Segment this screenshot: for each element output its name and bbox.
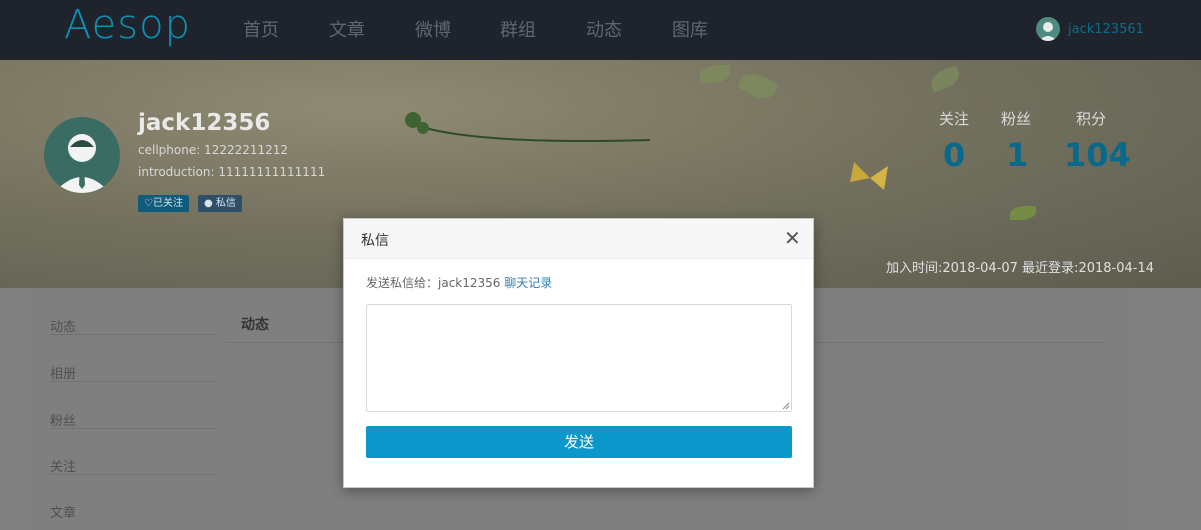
close-icon[interactable]: ✕	[784, 228, 801, 248]
profile-introduction: introduction: 11111111111111	[138, 165, 326, 179]
profile-username: jack12356	[138, 110, 271, 136]
sidebar-item-activity[interactable]: 动态	[50, 288, 216, 335]
private-message-button[interactable]: ● 私信	[198, 195, 242, 212]
send-to-line: 发送私信给：jack12356 聊天记录	[366, 274, 552, 291]
nav-item-activity[interactable]: 动态	[586, 16, 622, 42]
butterfly-decoration	[850, 162, 888, 190]
leaf-decoration	[700, 65, 730, 83]
nav-item-gallery[interactable]: 图库	[672, 16, 708, 42]
nav-item-weibo[interactable]: 微博	[415, 16, 451, 42]
stat-following-value[interactable]: 0	[943, 136, 965, 174]
send-to-label: 发送私信给：jack12356	[366, 276, 501, 290]
site-logo[interactable]: Aesop	[64, 2, 191, 48]
private-message-modal: 私信 ✕ 发送私信给：jack12356 聊天记录 发送	[343, 218, 814, 488]
private-message-label: 私信	[215, 198, 236, 209]
sidebar-item-articles[interactable]: 文章	[50, 474, 216, 521]
sidebar-item-followers[interactable]: 粉丝	[50, 382, 216, 429]
stat-points-value: 104	[1064, 136, 1131, 174]
stat-followers-label: 粉丝	[1001, 110, 1032, 128]
user-menu[interactable]: jack123561	[1036, 17, 1144, 41]
join-dates: 加入时间:2018-04-07 最近登录:2018-04-14	[886, 261, 1154, 276]
stat-following-label: 关注	[939, 110, 970, 128]
message-textarea[interactable]	[366, 304, 792, 412]
modal-header: 私信 ✕	[344, 219, 813, 259]
modal-title: 私信	[361, 233, 389, 249]
leaf-decoration	[927, 65, 963, 93]
user-avatar-icon	[1036, 17, 1060, 41]
sidebar-item-album[interactable]: 相册	[50, 335, 216, 382]
user-name: jack123561	[1068, 21, 1144, 37]
send-button[interactable]: 发送	[366, 426, 792, 458]
chat-icon: ●	[204, 198, 213, 209]
chat-history-link[interactable]: 聊天记录	[504, 276, 552, 290]
followed-button[interactable]: ♡已关注	[138, 195, 189, 212]
profile-avatar	[44, 117, 120, 193]
nav-item-articles[interactable]: 文章	[329, 16, 365, 42]
sidebar-item-following[interactable]: 关注	[50, 428, 216, 475]
vine-decoration	[405, 112, 651, 142]
top-navbar: Aesop 首页 文章 微博 群组 动态 图库 jack123561	[0, 0, 1201, 60]
resize-handle-icon[interactable]	[782, 402, 790, 410]
leaf-decoration	[736, 67, 780, 105]
stat-points-label: 积分	[1076, 110, 1107, 128]
stat-followers-value[interactable]: 1	[1006, 136, 1028, 174]
nav-item-home[interactable]: 首页	[243, 16, 279, 42]
section-title: 动态	[241, 317, 269, 333]
leaf-decoration	[1010, 206, 1036, 220]
nav-item-groups[interactable]: 群组	[500, 16, 536, 42]
profile-cellphone: cellphone: 12222211212	[138, 143, 289, 157]
